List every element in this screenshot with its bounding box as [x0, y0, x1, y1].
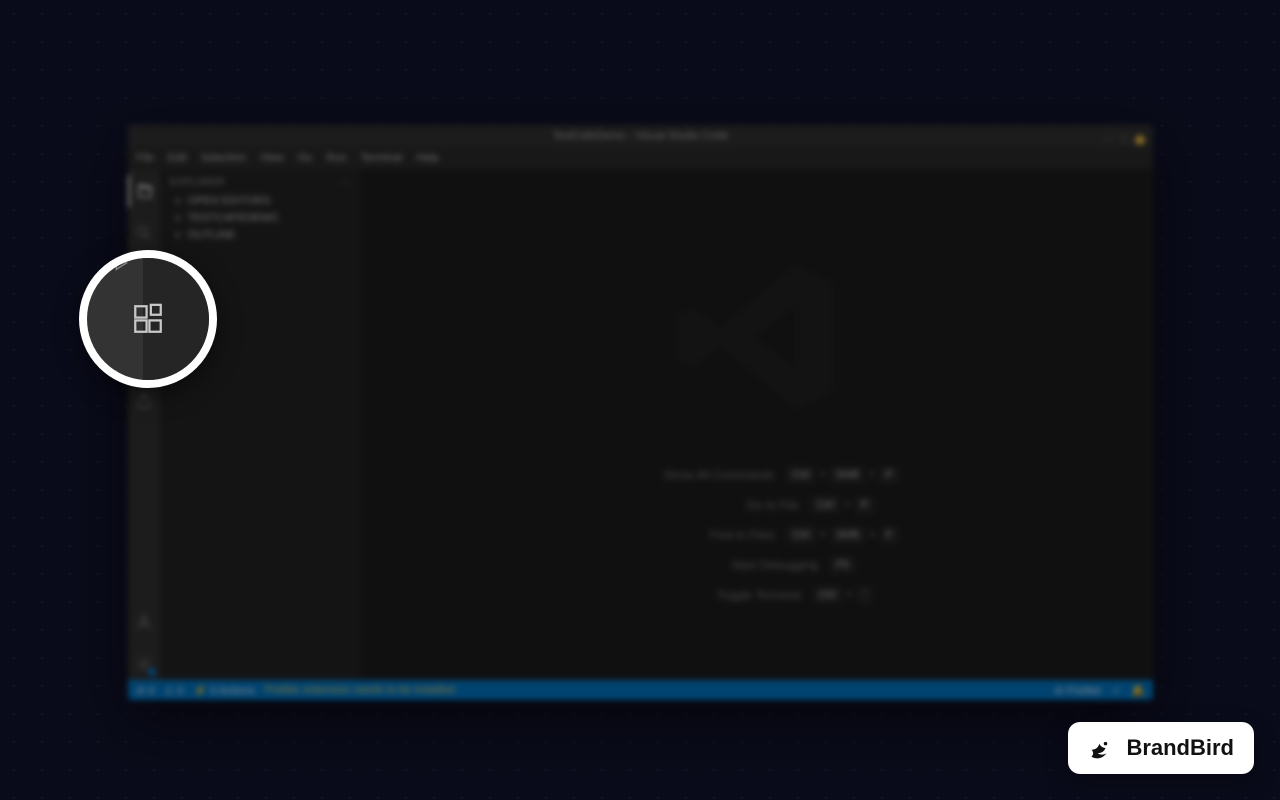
sidebar-section-project[interactable]: TESTCAFEDEMO — [160, 209, 360, 226]
statusbar: ⊘ 0 ⚠ 0 ⚡ 0 Actions Prettier extension n… — [128, 680, 1153, 700]
tests-icon[interactable] — [128, 385, 160, 417]
window-controls: — ☐ — [1104, 129, 1145, 151]
status-prettier[interactable]: ⊘ Prettier — [1054, 684, 1102, 697]
search-icon[interactable] — [128, 217, 160, 249]
gear-icon[interactable] — [128, 648, 160, 680]
vscode-window: TestCafeDemo - Visual Studio Code — ☐ Fi… — [128, 125, 1153, 700]
shortcut-row: Start Debugging F5 — [658, 557, 855, 573]
shortcut-label: Show All Commands — [614, 468, 774, 482]
menu-edit[interactable]: Edit — [168, 152, 187, 164]
sidebar-section-outline[interactable]: OUTLINE — [160, 226, 360, 243]
spotlight-highlight — [79, 250, 217, 388]
menu-selection[interactable]: Selection — [201, 152, 246, 164]
menu-terminal[interactable]: Terminal — [361, 152, 403, 164]
window-titlebar: TestCafeDemo - Visual Studio Code — ☐ — [128, 125, 1153, 147]
accounts-icon[interactable] — [128, 606, 160, 638]
shortcut-label: Start Debugging — [658, 558, 818, 572]
shortcut-row: Show All Commands Ctrl+Shift+P — [614, 467, 899, 483]
shortcut-label: Go to File — [639, 498, 799, 512]
window-close[interactable] — [1135, 135, 1145, 145]
brandbird-badge[interactable]: BrandBird — [1068, 722, 1254, 774]
window-minimize[interactable]: — — [1104, 129, 1114, 151]
menu-run[interactable]: Run — [326, 152, 346, 164]
editor-welcome: Show All Commands Ctrl+Shift+P Go to Fil… — [360, 169, 1153, 680]
sidebar-title-row: EXPLORER ⋯ — [160, 173, 360, 192]
status-check[interactable]: ✓ — [1112, 684, 1121, 697]
shortcut-row: Toggle Terminal Ctrl+` — [641, 587, 873, 603]
shortcut-row: Find in Files Ctrl+Shift+F — [615, 527, 899, 543]
menu-file[interactable]: File — [136, 152, 154, 164]
sidebar-section-open-editors[interactable]: OPEN EDITORS — [160, 192, 360, 209]
sidebar: EXPLORER ⋯ OPEN EDITORS TESTCAFEDEMO OUT… — [160, 169, 360, 680]
status-warnings[interactable]: ⚠ 0 — [164, 684, 183, 697]
settings-badge — [148, 668, 156, 676]
shortcut-label: Find in Files — [615, 528, 775, 542]
status-bell-icon[interactable]: 🔔 — [1131, 684, 1145, 697]
window-maximize[interactable]: ☐ — [1120, 129, 1129, 151]
extensions-icon[interactable] — [131, 302, 165, 336]
status-message[interactable]: Prettier extension needs to be installed — [265, 684, 455, 696]
sidebar-ellipsis-icon[interactable]: ⋯ — [340, 177, 350, 188]
menu-go[interactable]: Go — [298, 152, 313, 164]
window-title: TestCafeDemo - Visual Studio Code — [553, 130, 729, 142]
explorer-icon[interactable] — [128, 175, 160, 207]
status-actions[interactable]: ⚡ 0 Actions — [193, 684, 254, 697]
activity-bar — [128, 169, 160, 680]
menu-view[interactable]: View — [260, 152, 284, 164]
brandbird-label: BrandBird — [1126, 735, 1234, 761]
vscode-watermark-icon — [667, 247, 847, 427]
welcome-shortcuts: Show All Commands Ctrl+Shift+P Go to Fil… — [614, 467, 899, 603]
menu-help[interactable]: Help — [416, 152, 439, 164]
status-errors[interactable]: ⊘ 0 — [136, 684, 154, 697]
menubar: File Edit Selection View Go Run Terminal… — [128, 147, 1153, 169]
shortcut-row: Go to File Ctrl+P — [639, 497, 874, 513]
sidebar-title: EXPLORER — [170, 177, 224, 188]
brandbird-logo-icon — [1088, 734, 1116, 762]
shortcut-label: Toggle Terminal — [641, 588, 801, 602]
